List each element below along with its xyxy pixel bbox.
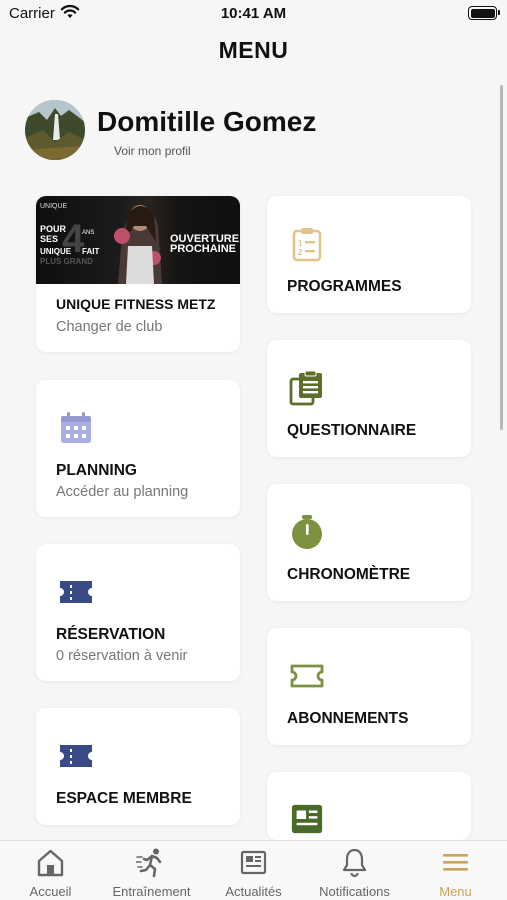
card-title: RÉSERVATION	[56, 626, 166, 643]
bell-icon	[342, 848, 367, 878]
profile-name: Domitille Gomez	[97, 106, 317, 137]
tab-home[interactable]: Accueil	[0, 841, 101, 900]
member-area-card[interactable]: ESPACE MEMBRE	[36, 708, 240, 825]
running-icon	[136, 848, 162, 878]
status-time: 10:41 AM	[220, 5, 287, 22]
news-card[interactable]	[267, 772, 471, 840]
stopwatch-icon	[292, 515, 322, 549]
subscriptions-card[interactable]: ABONNEMENTS	[267, 628, 471, 745]
tab-label: Actualités	[225, 884, 282, 899]
ticket-icon	[60, 745, 92, 767]
newspaper-icon	[240, 850, 267, 875]
tab-label: Menu	[439, 884, 472, 899]
card-subtitle: 0 réservation à venir	[56, 648, 188, 664]
avatar[interactable]	[25, 100, 85, 160]
card-title: QUESTIONNAIRE	[287, 422, 417, 439]
ticket-icon	[60, 581, 92, 603]
tab-bar: Accueil Entraînement Actualités Notifica…	[0, 840, 507, 900]
planning-card[interactable]: PLANNING Accéder au planning	[36, 380, 240, 517]
clipboard-copy-icon	[289, 370, 322, 406]
ticket-outline-icon	[290, 664, 324, 688]
status-bar: Carrier 10:41 AM	[0, 0, 507, 28]
clipboard-list-icon: 1 2	[292, 228, 322, 262]
avatar-image	[25, 100, 85, 160]
view-profile-link[interactable]: Voir mon profil	[114, 144, 191, 158]
tab-label: Entraînement	[112, 884, 191, 899]
svg-text:UNIQUE: UNIQUE	[40, 247, 72, 256]
tab-notifications[interactable]: Notifications	[304, 841, 405, 900]
svg-text:2: 2	[298, 248, 303, 257]
tab-menu[interactable]: Menu	[405, 841, 506, 900]
svg-text:UNIQUE: UNIQUE	[40, 203, 68, 210]
change-club-link[interactable]: Changer de club	[56, 319, 162, 335]
stopwatch-card[interactable]: CHRONOMÈTRE	[267, 484, 471, 601]
svg-text:PLUS GRAND: PLUS GRAND	[40, 257, 93, 266]
scrollbar[interactable]	[500, 85, 503, 430]
card-title: ABONNEMENTS	[287, 710, 409, 727]
battery-icon	[468, 6, 500, 20]
club-name: UNIQUE FITNESS METZ	[56, 296, 216, 312]
page-title: MENU	[218, 37, 289, 63]
svg-text:FAIT: FAIT	[82, 247, 99, 256]
tab-label: Accueil	[29, 884, 72, 899]
calendar-icon	[61, 412, 91, 443]
club-card[interactable]: UNIQUE POUR SES 4 ANS UNIQUE FAIT PLUS G…	[36, 196, 240, 352]
tab-news[interactable]: Actualités	[203, 841, 304, 900]
menu-icon	[443, 854, 468, 871]
svg-text:1: 1	[298, 239, 303, 248]
card-title: ESPACE MEMBRE	[56, 790, 192, 807]
card-title: PROGRAMMES	[287, 278, 402, 295]
svg-text:PROCHAINE: PROCHAINE	[170, 243, 236, 255]
club-banner-image: UNIQUE POUR SES 4 ANS UNIQUE FAIT PLUS G…	[36, 196, 240, 284]
reservation-card[interactable]: RÉSERVATION 0 réservation à venir	[36, 544, 240, 681]
card-subtitle: Accéder au planning	[56, 484, 189, 500]
home-icon	[37, 849, 64, 877]
svg-text:ANS: ANS	[82, 230, 94, 236]
questionnaire-card[interactable]: QUESTIONNAIRE	[267, 340, 471, 457]
card-title: CHRONOMÈTRE	[287, 566, 411, 583]
tab-training[interactable]: Entraînement	[101, 841, 202, 900]
profile-header[interactable]: Domitille Gomez Voir mon profil	[25, 100, 465, 170]
card-title: PLANNING	[56, 462, 137, 479]
svg-text:SES: SES	[40, 234, 58, 244]
news-icon	[291, 804, 323, 834]
programs-card[interactable]: 1 2 PROGRAMMES	[267, 196, 471, 313]
tab-label: Notifications	[319, 884, 390, 899]
